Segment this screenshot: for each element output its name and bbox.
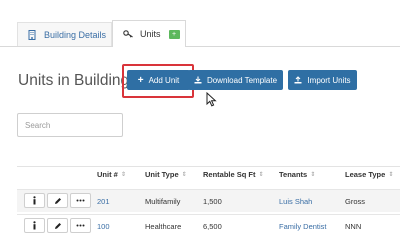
sort-icon: ⇕: [181, 171, 187, 178]
column-label: Rentable Sq Ft: [203, 170, 256, 179]
column-header-unit[interactable]: Unit # ⇕: [97, 170, 126, 179]
tab-units[interactable]: Units +: [112, 20, 186, 47]
tab-label: Building Details: [44, 29, 107, 40]
unit-type-cell: Healthcare: [145, 222, 182, 231]
info-button[interactable]: [24, 193, 45, 208]
sort-icon: ⇕: [310, 171, 316, 178]
info-icon: [33, 196, 36, 205]
column-label: Tenants: [279, 170, 308, 179]
tab-bar: Building Details Units +: [0, 0, 400, 47]
download-icon: [194, 76, 202, 84]
sort-icon: ⇕: [120, 171, 126, 178]
tab-building-details[interactable]: Building Details: [17, 22, 112, 46]
pencil-icon: [54, 222, 61, 229]
column-label: Unit #: [97, 170, 118, 179]
key-icon: [122, 28, 134, 40]
sort-icon: ⇕: [258, 171, 264, 178]
column-header-tenants[interactable]: Tenants ⇕: [279, 170, 315, 179]
more-icon: [76, 224, 85, 227]
download-template-label: Download Template: [206, 75, 278, 85]
edit-button[interactable]: [47, 193, 68, 208]
unit-type-cell: Multifamily: [145, 197, 181, 206]
import-units-label: Import Units: [307, 75, 351, 85]
download-template-button[interactable]: Download Template: [188, 70, 283, 90]
sqft-cell: 6,500: [203, 222, 222, 231]
lease-type-cell: NNN: [345, 222, 362, 231]
building-icon: [26, 29, 38, 41]
column-header-unit-type[interactable]: Unit Type ⇕: [145, 170, 187, 179]
edit-button[interactable]: [47, 218, 68, 233]
search-input[interactable]: [17, 113, 123, 137]
column-header-sqft[interactable]: Rentable Sq Ft ⇕: [203, 170, 264, 179]
upload-icon: [294, 76, 302, 84]
add-badge[interactable]: +: [168, 29, 180, 39]
tenant-link[interactable]: Family Dentist: [279, 222, 327, 231]
more-button[interactable]: [70, 218, 91, 233]
more-icon: [76, 199, 85, 202]
sort-icon: ⇕: [388, 171, 394, 178]
column-label: Unit Type: [145, 170, 179, 179]
highlight-box: [122, 64, 194, 98]
column-label: Lease Type: [345, 170, 386, 179]
unit-number-link[interactable]: 100: [97, 222, 110, 231]
tenant-link[interactable]: Luis Shah: [279, 197, 312, 206]
tab-label: Units: [140, 29, 161, 39]
unit-number-link[interactable]: 201: [97, 197, 110, 206]
pencil-icon: [54, 197, 61, 204]
mouse-cursor-icon: [206, 91, 217, 112]
column-header-lease-type[interactable]: Lease Type ⇕: [345, 170, 393, 179]
info-icon: [33, 221, 36, 230]
info-button[interactable]: [24, 218, 45, 233]
import-units-button[interactable]: Import Units: [288, 70, 357, 90]
sqft-cell: 1,500: [203, 197, 222, 206]
lease-type-cell: Gross: [345, 197, 366, 206]
page-title: Units in Building: [18, 72, 130, 89]
more-button[interactable]: [70, 193, 91, 208]
